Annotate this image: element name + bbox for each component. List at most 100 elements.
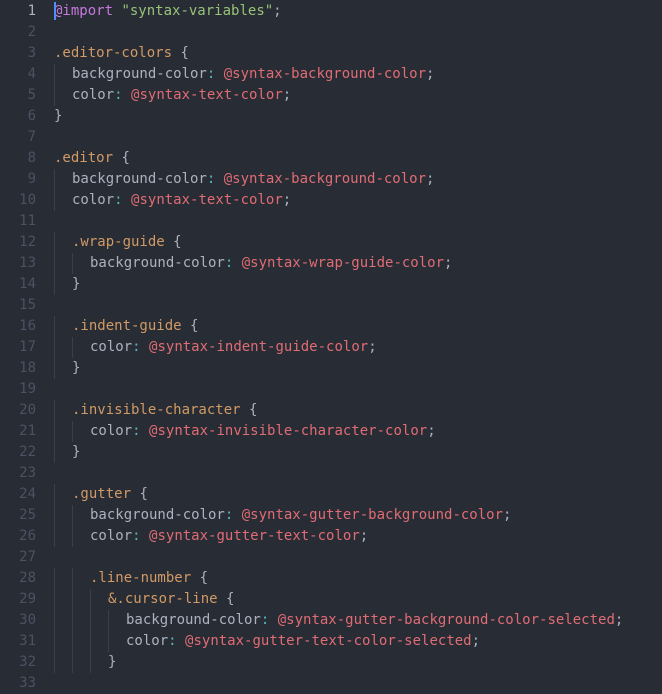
token-punct: ; [283, 192, 291, 208]
line-number[interactable]: 24 [0, 484, 44, 505]
code-line[interactable] [54, 547, 662, 568]
indent-guide [90, 610, 108, 631]
indent-guide [54, 652, 72, 673]
code-line[interactable]: background-color: @syntax-gutter-backgro… [54, 505, 662, 526]
code-line[interactable] [54, 379, 662, 400]
code-line[interactable]: .indent-guide { [54, 316, 662, 337]
token-var: @syntax-invisible-character-color [149, 423, 427, 439]
code-line[interactable]: .line-number { [54, 568, 662, 589]
code-line[interactable]: } [54, 274, 662, 295]
line-number[interactable]: 16 [0, 316, 44, 337]
code-line[interactable] [54, 673, 662, 694]
code-line[interactable]: } [54, 106, 662, 127]
token-punct [218, 591, 226, 607]
token-class: .wrap-guide [72, 234, 165, 250]
code-line[interactable] [54, 295, 662, 316]
token-brace: { [121, 150, 129, 166]
token-punct: ; [503, 507, 511, 523]
line-number[interactable]: 4 [0, 64, 44, 85]
line-number[interactable]: 27 [0, 547, 44, 568]
code-line[interactable] [54, 127, 662, 148]
line-number[interactable]: 8 [0, 148, 44, 169]
code-line[interactable]: color: @syntax-gutter-text-color; [54, 526, 662, 547]
code-line[interactable]: .wrap-guide { [54, 232, 662, 253]
code-line[interactable]: background-color: @syntax-gutter-backgro… [54, 610, 662, 631]
line-number[interactable]: 23 [0, 463, 44, 484]
line-number[interactable]: 11 [0, 211, 44, 232]
token-punct [233, 255, 241, 271]
token-colon: : [114, 87, 122, 103]
code-editor[interactable]: 1234567891011121314151617181920212223242… [0, 0, 662, 682]
line-number[interactable]: 21 [0, 421, 44, 442]
code-line[interactable]: color: @syntax-invisible-character-color… [54, 421, 662, 442]
code-line[interactable]: color: @syntax-text-color; [54, 190, 662, 211]
indent-guide [54, 631, 72, 652]
line-number[interactable]: 7 [0, 127, 44, 148]
token-brace: } [72, 360, 80, 376]
line-number[interactable]: 1 [0, 1, 44, 22]
token-class: .line-number [90, 570, 191, 586]
token-prop: background-color [126, 612, 261, 628]
line-number[interactable]: 25 [0, 505, 44, 526]
token-brace: } [108, 654, 116, 670]
line-number[interactable]: 30 [0, 610, 44, 631]
code-line[interactable]: } [54, 652, 662, 673]
line-number[interactable]: 10 [0, 190, 44, 211]
line-number[interactable]: 3 [0, 43, 44, 64]
token-punct: ; [472, 633, 480, 649]
code-line[interactable]: &.cursor-line { [54, 589, 662, 610]
code-line[interactable]: } [54, 442, 662, 463]
token-punct [123, 192, 131, 208]
line-number[interactable]: 6 [0, 106, 44, 127]
line-number-gutter[interactable]: 1234567891011121314151617181920212223242… [0, 0, 44, 682]
line-number[interactable]: 29 [0, 589, 44, 610]
line-number[interactable]: 22 [0, 442, 44, 463]
code-line[interactable]: .editor { [54, 148, 662, 169]
line-number[interactable]: 18 [0, 358, 44, 379]
line-number[interactable]: 31 [0, 631, 44, 652]
code-line[interactable]: } [54, 358, 662, 379]
line-number[interactable]: 19 [0, 379, 44, 400]
line-number[interactable]: 5 [0, 85, 44, 106]
token-var: @syntax-gutter-text-color-selected [185, 633, 472, 649]
token-var: @syntax-indent-guide-color [149, 339, 368, 355]
code-line[interactable]: .gutter { [54, 484, 662, 505]
code-line[interactable] [54, 463, 662, 484]
token-colon: : [132, 423, 140, 439]
line-number[interactable]: 2 [0, 22, 44, 43]
token-punct: ; [615, 612, 623, 628]
line-number[interactable]: 20 [0, 400, 44, 421]
token-brace: { [249, 402, 257, 418]
token-brace: } [72, 444, 80, 460]
code-line[interactable]: color: @syntax-gutter-text-color-selecte… [54, 631, 662, 652]
code-line[interactable]: background-color: @syntax-background-col… [54, 169, 662, 190]
code-line[interactable]: .invisible-character { [54, 400, 662, 421]
indent-guide [54, 610, 72, 631]
token-class: .gutter [72, 486, 131, 502]
line-number[interactable]: 13 [0, 253, 44, 274]
line-number[interactable]: 17 [0, 337, 44, 358]
code-area[interactable]: @import "syntax-variables"; .editor-color… [44, 0, 662, 682]
code-line[interactable] [54, 211, 662, 232]
line-number[interactable]: 28 [0, 568, 44, 589]
code-line[interactable]: .editor-colors { [54, 43, 662, 64]
line-number[interactable]: 14 [0, 274, 44, 295]
token-prop: color [90, 528, 132, 544]
line-number[interactable]: 26 [0, 526, 44, 547]
line-number[interactable]: 12 [0, 232, 44, 253]
indent-guide [108, 631, 126, 652]
line-number[interactable]: 33 [0, 673, 44, 694]
code-line[interactable]: color: @syntax-text-color; [54, 85, 662, 106]
token-brace: { [190, 318, 198, 334]
code-line[interactable]: @import "syntax-variables"; [54, 1, 662, 22]
code-line[interactable] [54, 22, 662, 43]
token-punct [233, 507, 241, 523]
line-number[interactable]: 9 [0, 169, 44, 190]
code-line[interactable]: background-color: @syntax-background-col… [54, 64, 662, 85]
code-line[interactable]: background-color: @syntax-wrap-guide-col… [54, 253, 662, 274]
code-line[interactable]: color: @syntax-indent-guide-color; [54, 337, 662, 358]
token-punct [241, 402, 249, 418]
indent-guide [72, 526, 90, 547]
line-number[interactable]: 32 [0, 652, 44, 673]
line-number[interactable]: 15 [0, 295, 44, 316]
